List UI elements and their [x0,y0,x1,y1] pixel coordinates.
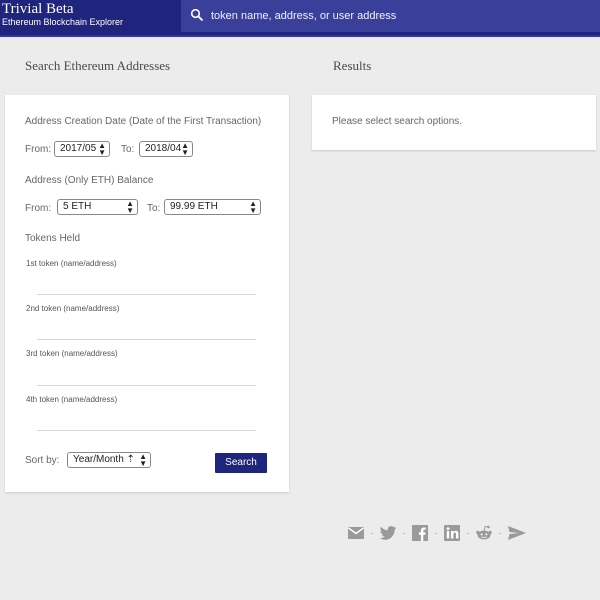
balance-to-select[interactable]: 99.99 ETH ▲ ▼ [164,199,261,215]
results-section-title: Results [333,58,372,73]
token-4-label: 4th token (name/address) [26,395,118,404]
results-message: Please select search options. [332,116,463,127]
date-to-value: 2018/04 [145,143,182,154]
separator-dot: · [402,527,406,539]
sort-by-select[interactable]: Year/Month ⇡ ▲ ▼ [67,452,151,468]
facebook-icon[interactable] [411,524,429,542]
token-1-label: 1st token (name/address) [26,259,117,268]
search-input[interactable] [211,6,591,26]
twitter-icon[interactable] [379,524,397,542]
brand[interactable]: Trivial Beta Ethereum Blockchain Explore… [2,1,180,28]
date-from-label: From: [25,144,52,155]
creation-date-label: Address Creation Date (Date of the First… [25,116,262,127]
linkedin-icon[interactable] [443,524,461,542]
search-icon [190,8,203,21]
social-links: · · · · · [347,524,527,542]
separator-dot: · [370,527,374,539]
date-from-value: 2017/05 [60,143,97,154]
select-arrows-icon: ▲ ▼ [98,141,106,157]
balance-from-label: From: [25,203,52,214]
search-section-title: Search Ethereum Addresses [25,58,171,73]
tokens-held-label: Tokens Held [25,233,81,244]
sort-by-label: Sort by: [25,455,60,466]
select-arrows-icon: ▲ ▼ [181,141,189,157]
results-card: Please select search options. [312,95,596,150]
separator-dot: · [498,527,502,539]
app-title[interactable]: Trivial Beta [2,1,180,17]
separator-dot: · [466,527,470,539]
token-3-label: 3rd token (name/address) [26,349,118,358]
date-to-label: To: [121,144,135,155]
select-arrows-icon: ▲ ▼ [139,452,147,468]
app-subtitle: Ethereum Blockchain Explorer [2,17,124,27]
reddit-icon[interactable] [475,524,493,542]
balance-to-label: To: [147,203,161,214]
date-to-select[interactable]: 2018/04 ▲ ▼ [139,141,193,157]
global-search[interactable] [181,0,600,32]
sort-by-value: Year/Month ⇡ [73,454,135,465]
telegram-icon[interactable] [507,524,527,542]
balance-to-value: 99.99 ETH [170,201,218,212]
date-from-select[interactable]: 2017/05 ▲ ▼ [54,141,110,157]
balance-from-select[interactable]: 5 ETH ▲ ▼ [57,199,138,215]
balance-label: Address (Only ETH) Balance [25,175,154,186]
token-2-input[interactable] [37,339,256,340]
select-arrows-icon: ▲ ▼ [249,199,257,215]
token-4-input[interactable] [37,430,256,431]
token-1-input[interactable] [37,294,256,295]
search-button[interactable]: Search [215,453,267,473]
token-2-label: 2nd token (name/address) [26,304,120,313]
separator-dot: · [434,527,438,539]
balance-from-value: 5 ETH [63,201,92,212]
search-options-card: Address Creation Date (Date of the First… [5,95,289,492]
select-arrows-icon: ▲ ▼ [126,199,134,215]
top-bar: Trivial Beta Ethereum Blockchain Explore… [0,0,600,37]
token-3-input[interactable] [37,385,256,386]
mail-icon[interactable] [347,524,365,542]
